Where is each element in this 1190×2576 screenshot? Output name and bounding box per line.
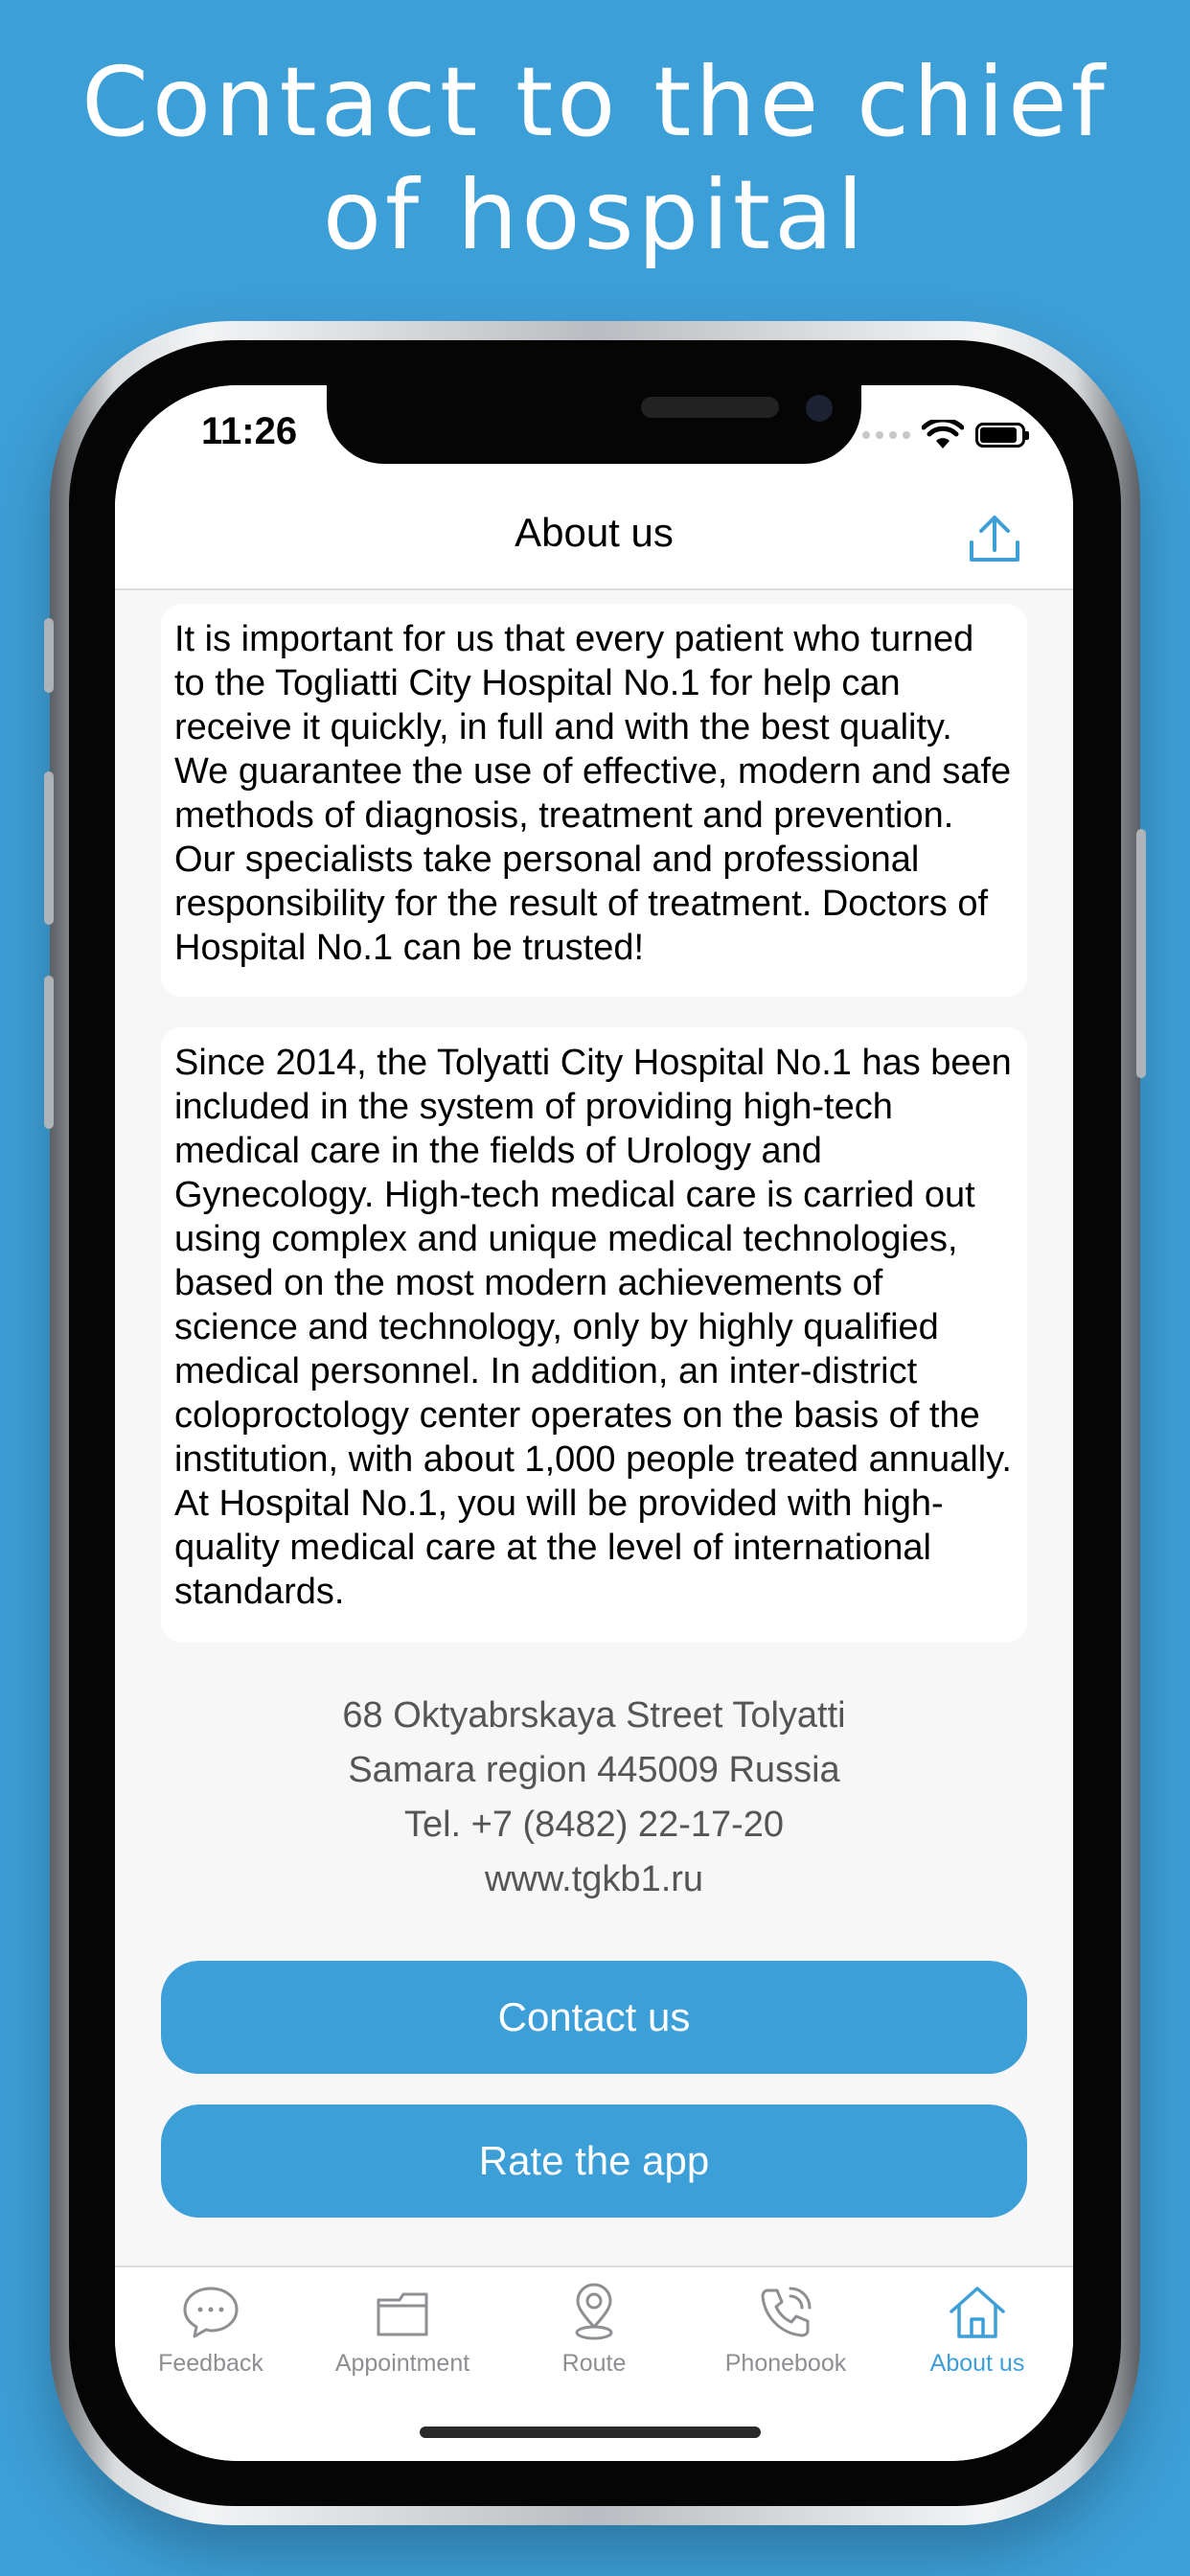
tab-feedback-label: Feedback [158, 2350, 263, 2377]
rate-app-button[interactable]: Rate the app [161, 2104, 1027, 2218]
power-button [1136, 829, 1146, 1078]
promo-headline-line1: Contact to the chief [81, 46, 1109, 158]
promo-headline: Contact to the chief of hospital [0, 46, 1190, 272]
wifi-icon [922, 420, 964, 448]
promo-headline-line2: of hospital [322, 159, 868, 271]
location-pin-icon [575, 2283, 613, 2340]
signal-dots-icon [862, 431, 910, 439]
about-card-2: Since 2014, the Tolyatti City Hospital N… [161, 1027, 1027, 1643]
volume-down-button [44, 976, 54, 1129]
tab-route-label: Route [561, 2350, 627, 2377]
home-indicator[interactable] [420, 2426, 761, 2438]
contact-us-button[interactable]: Contact us [161, 1961, 1027, 2074]
navigation-bar: About us [115, 481, 1073, 590]
status-time: 11:26 [201, 410, 298, 452]
address-line-2: Samara region 445009 Russia [348, 1750, 840, 1790]
front-camera [806, 395, 833, 422]
mute-switch [44, 618, 54, 693]
page-title: About us [515, 510, 674, 555]
website-link[interactable]: www.tgkb1.ru [115, 1852, 1073, 1907]
address-line-1: 68 Oktyabrskaya Street Tolyatti [342, 1695, 846, 1736]
tab-appointment[interactable]: Appointment [307, 2281, 498, 2378]
status-icons [862, 420, 1029, 450]
tab-about-us[interactable]: About us [881, 2281, 1073, 2378]
home-icon [950, 2287, 1005, 2338]
battery-icon [975, 423, 1029, 448]
phone-number[interactable]: Tel. +7 (8482) 22-17-20 [115, 1798, 1073, 1852]
volume-up-button [44, 771, 54, 925]
about-card-1: It is important for us that every patien… [161, 604, 1027, 997]
app-screen: 11:26 About us It is important for us th… [115, 385, 1073, 2461]
notch [327, 385, 861, 464]
tab-appointment-label: Appointment [334, 2350, 470, 2377]
tab-phonebook[interactable]: Phonebook [690, 2281, 881, 2378]
contact-info: 68 Oktyabrskaya Street Tolyatti Samara r… [115, 1689, 1073, 1907]
phone-icon [761, 2287, 812, 2337]
speaker-grille [641, 397, 779, 418]
tab-feedback[interactable]: Feedback [115, 2281, 307, 2378]
share-icon[interactable] [966, 510, 1023, 567]
tab-phonebook-label: Phonebook [724, 2350, 847, 2377]
tab-about-us-label: About us [929, 2350, 1025, 2377]
folder-icon [377, 2292, 428, 2336]
tab-route[interactable]: Route [498, 2281, 690, 2378]
chat-bubble-icon [183, 2287, 239, 2338]
